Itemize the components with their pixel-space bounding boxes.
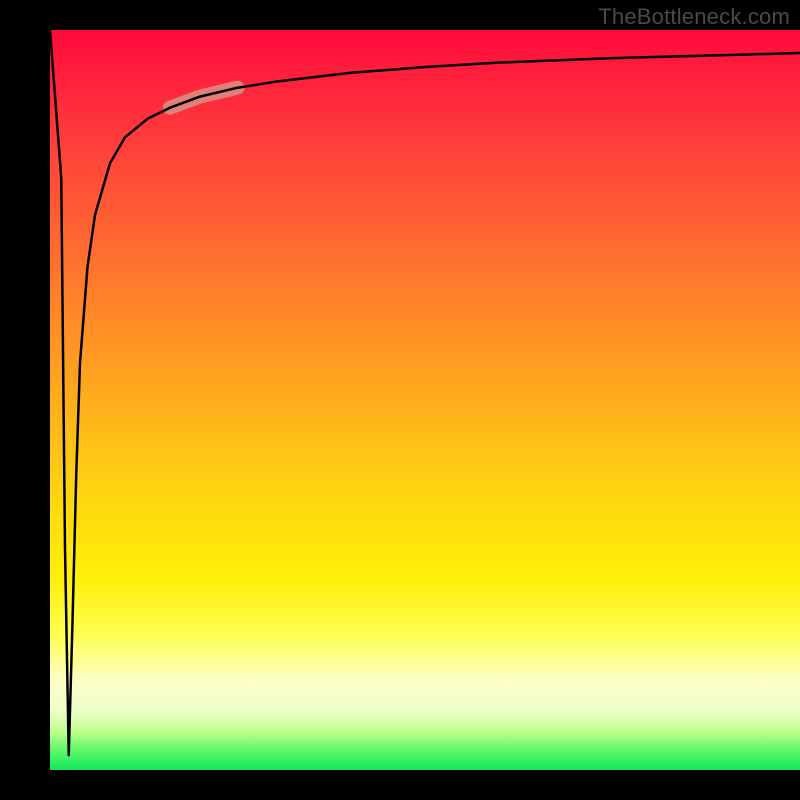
bottleneck-curve-path: [50, 30, 800, 755]
chart-frame: TheBottleneck.com: [0, 0, 800, 800]
watermark-text: TheBottleneck.com: [598, 4, 790, 30]
plot-area: [50, 30, 800, 770]
curve-svg: [50, 30, 800, 770]
